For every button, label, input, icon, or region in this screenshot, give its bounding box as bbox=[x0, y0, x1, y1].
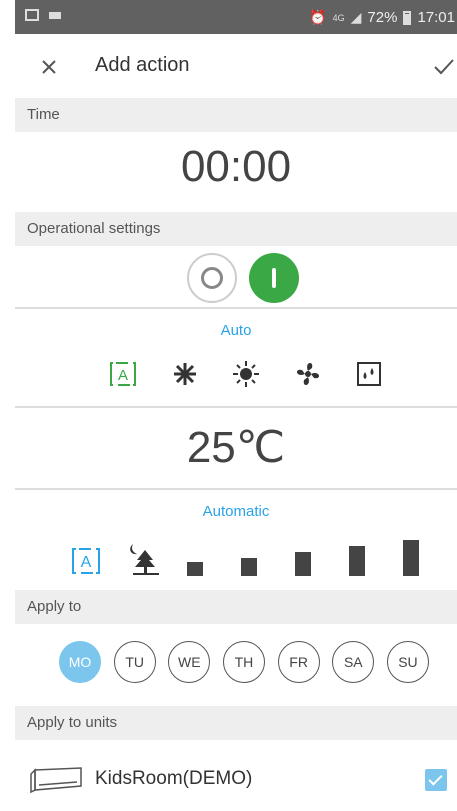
apply-to-section-header: Apply to bbox=[15, 590, 457, 624]
weekday-selector: MO TU WE TH FR SA SU bbox=[59, 641, 429, 685]
apply-to-units-section-header: Apply to units bbox=[15, 706, 457, 740]
fan-auto-button[interactable]: A bbox=[69, 542, 103, 576]
day-tu[interactable]: TU bbox=[113, 641, 156, 683]
fan-speed-selector: A bbox=[69, 536, 425, 576]
close-button[interactable] bbox=[35, 51, 63, 81]
fan-bar-icon bbox=[187, 562, 203, 576]
mode-selector: A bbox=[106, 357, 386, 391]
unit-name: KidsRoom(DEMO) bbox=[95, 768, 253, 789]
snowflake-icon bbox=[173, 363, 196, 385]
page-title: Add action bbox=[95, 54, 190, 76]
auto-fan-icon: A bbox=[72, 548, 100, 574]
fan-speed-3-button[interactable] bbox=[295, 552, 311, 576]
fan-bar-icon bbox=[349, 546, 365, 576]
mode-fan-button[interactable] bbox=[291, 357, 325, 391]
air-conditioner-icon bbox=[29, 766, 83, 799]
divider bbox=[15, 488, 457, 490]
power-toggle-group bbox=[15, 250, 457, 306]
svg-text:A: A bbox=[81, 554, 92, 571]
alarm-icon: ⏰ bbox=[309, 9, 327, 25]
fan-speed-2-button[interactable] bbox=[241, 558, 257, 576]
fan-speed-label: Automatic bbox=[202, 503, 270, 520]
unit-checkbox[interactable] bbox=[425, 769, 447, 791]
battery-percent: 72% bbox=[367, 9, 398, 26]
fan-speed-1-button[interactable] bbox=[187, 562, 203, 576]
night-tree-icon bbox=[130, 544, 159, 575]
status-indicators: ⏰ 4G ◢ 72% 17:01 bbox=[309, 9, 455, 26]
close-icon bbox=[42, 59, 56, 74]
fan-icon bbox=[296, 362, 319, 386]
day-sa[interactable]: SA bbox=[332, 641, 375, 683]
time-picker[interactable]: 00:00 bbox=[15, 142, 457, 192]
mode-cool-button[interactable] bbox=[168, 357, 202, 391]
divider bbox=[15, 307, 457, 309]
temperature-picker[interactable]: 25℃ bbox=[15, 422, 457, 473]
mode-label: Auto bbox=[220, 322, 252, 339]
divider bbox=[15, 406, 457, 408]
fan-bar-icon bbox=[241, 558, 257, 576]
mode-auto-button[interactable]: A bbox=[106, 357, 140, 391]
network-type: 4G bbox=[332, 12, 345, 23]
keyboard-icon bbox=[49, 11, 61, 19]
fan-speed-5-button[interactable] bbox=[403, 540, 419, 576]
operational-section-header: Operational settings bbox=[15, 212, 457, 246]
notification-icons bbox=[25, 9, 61, 21]
fan-bar-icon bbox=[403, 540, 419, 576]
mode-dry-button[interactable] bbox=[352, 357, 386, 391]
power-on-button[interactable] bbox=[249, 253, 299, 303]
dry-icon bbox=[357, 362, 381, 386]
mode-heat-button[interactable] bbox=[229, 357, 263, 391]
signal-icon: ◢ bbox=[350, 9, 362, 25]
battery-icon bbox=[403, 10, 412, 25]
power-off-button[interactable] bbox=[187, 253, 237, 303]
svg-text:A: A bbox=[118, 367, 128, 384]
app-bar: Add action bbox=[15, 34, 457, 98]
fan-bar-icon bbox=[295, 552, 311, 576]
time-section-header: Time bbox=[15, 98, 457, 132]
clock: 17:01 bbox=[417, 9, 455, 26]
day-fr[interactable]: FR bbox=[277, 641, 320, 683]
sun-icon bbox=[233, 361, 259, 387]
day-mo[interactable]: MO bbox=[59, 641, 101, 683]
gallery-icon bbox=[25, 9, 39, 21]
day-th[interactable]: TH bbox=[222, 641, 265, 683]
confirm-button[interactable] bbox=[433, 51, 455, 81]
fan-speed-4-button[interactable] bbox=[349, 546, 365, 576]
status-bar: ⏰ 4G ◢ 72% 17:01 bbox=[15, 0, 457, 34]
day-we[interactable]: WE bbox=[168, 641, 211, 683]
fan-night-button[interactable] bbox=[125, 540, 159, 576]
unit-list-item[interactable]: KidsRoom(DEMO) bbox=[15, 752, 457, 806]
day-su[interactable]: SU bbox=[386, 641, 429, 683]
check-icon bbox=[434, 58, 454, 75]
auto-mode-icon: A bbox=[110, 362, 136, 386]
app-screen: ⏰ 4G ◢ 72% 17:01 Add action Time 00:00 O… bbox=[15, 0, 457, 811]
